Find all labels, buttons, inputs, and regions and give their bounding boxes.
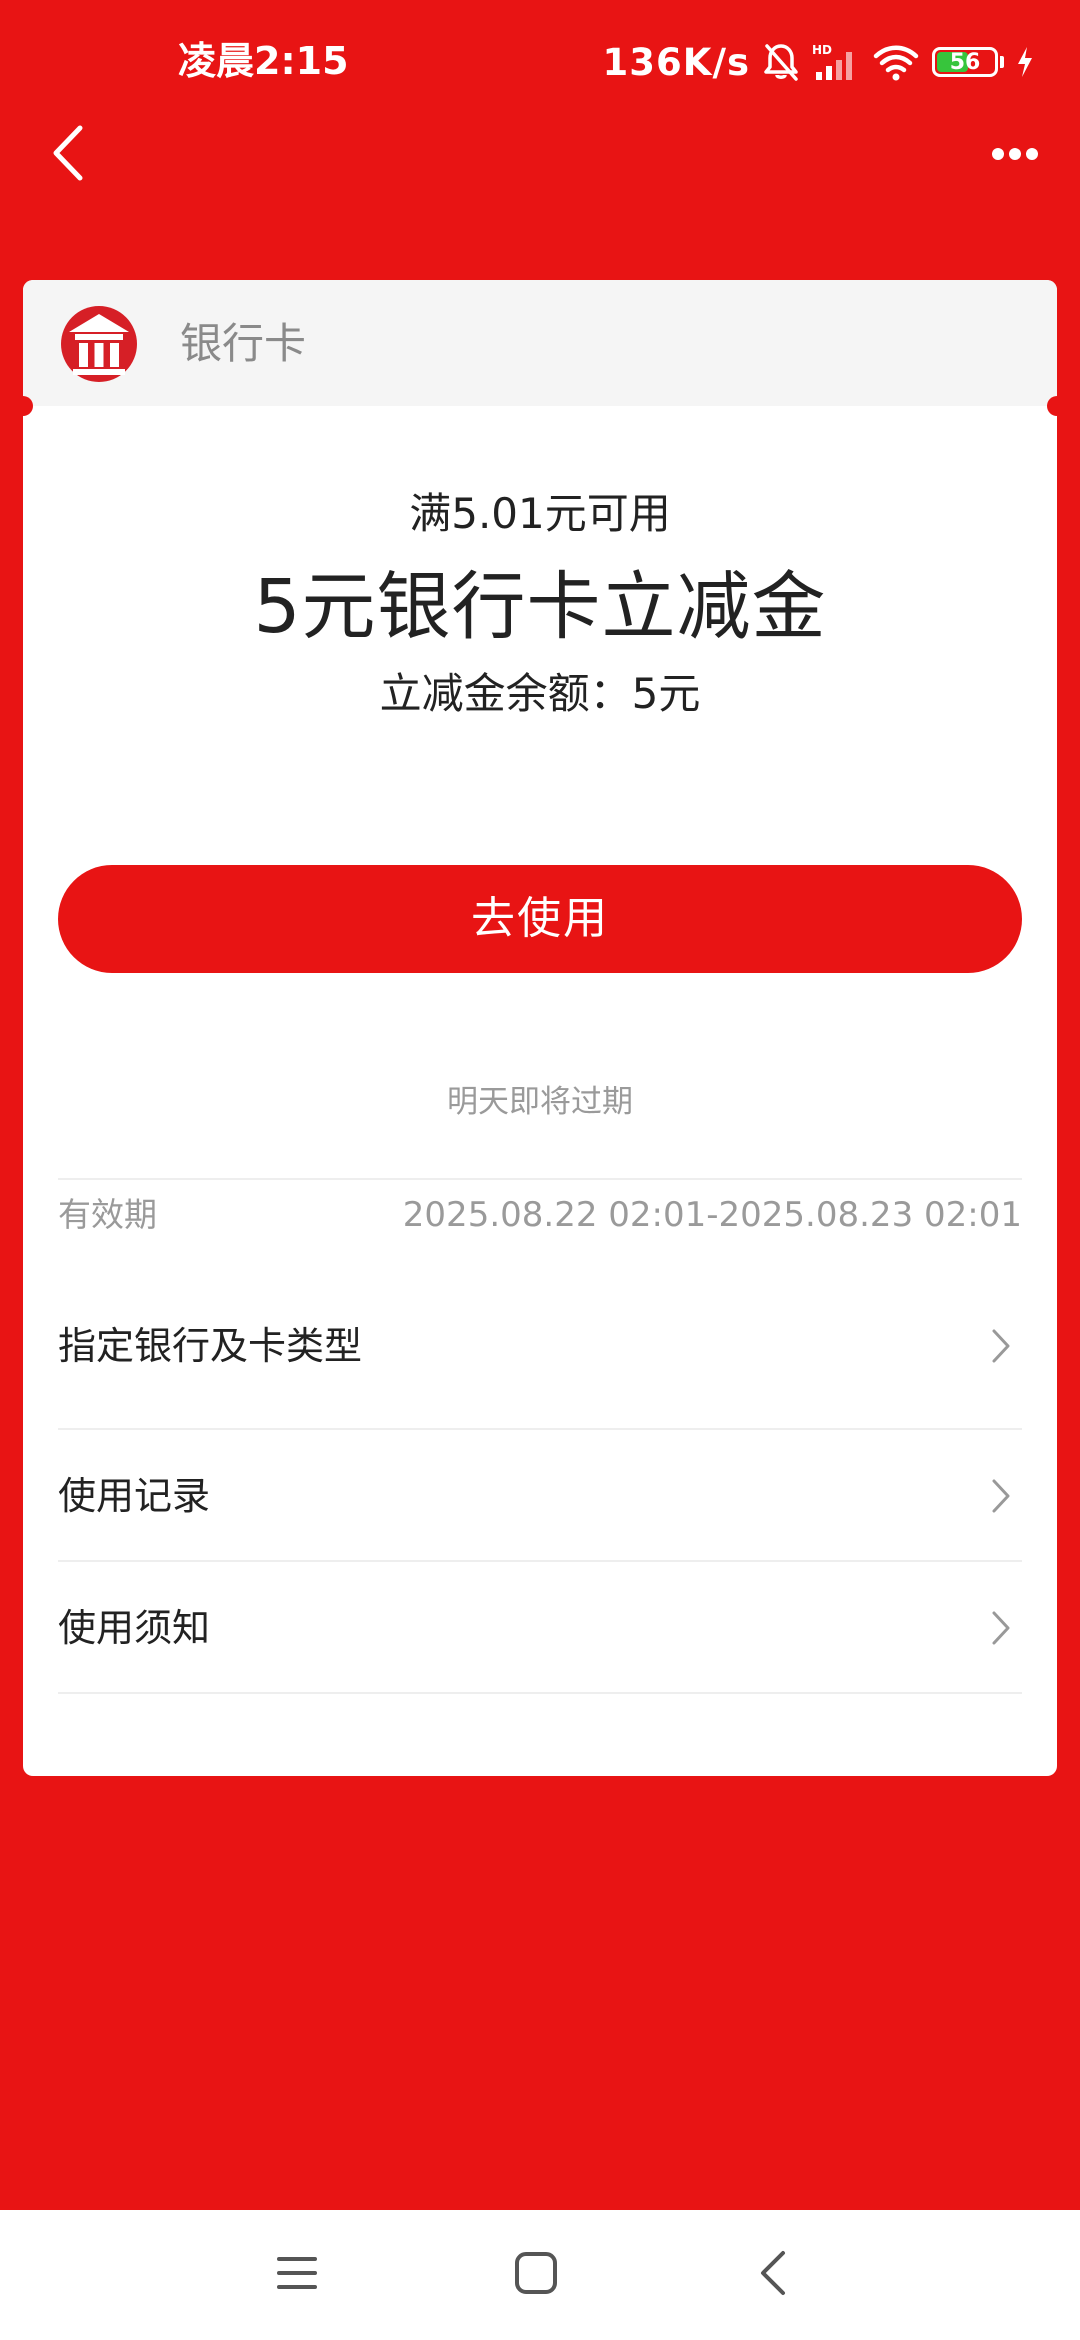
battery-icon: 56 <box>932 47 998 77</box>
network-speed: 136K/s <box>602 40 750 84</box>
divider <box>58 1692 1022 1694</box>
row-usage-records[interactable]: 使用记录 <box>58 1430 1022 1562</box>
validity-row: 有效期 2025.08.22 02:01-2025.08.23 02:01 <box>58 1180 1022 1250</box>
home-button[interactable] <box>501 2245 571 2305</box>
status-bar: 凌晨2:15 136K/s HD 56 <box>0 0 1080 125</box>
coupon-balance: 立减金余额：5元 <box>379 669 701 718</box>
row-designated-banks[interactable]: 指定银行及卡类型 <box>58 1280 1022 1412</box>
charging-bolt-icon <box>1016 46 1034 78</box>
menu-button[interactable] <box>262 2245 332 2305</box>
svg-text:HD: HD <box>812 43 832 57</box>
row-label: 使用须知 <box>58 1606 211 1650</box>
row-label: 使用记录 <box>58 1474 211 1518</box>
usage-threshold: 满5.01元可用 <box>409 489 671 538</box>
card-header: 银行卡 <box>23 280 1057 406</box>
chevron-left-icon <box>51 124 85 186</box>
more-button[interactable] <box>980 120 1050 190</box>
validity-label: 有效期 <box>58 1195 157 1234</box>
home-square-icon <box>514 2251 558 2299</box>
bell-muted-icon <box>762 42 800 82</box>
card-notch-right <box>1047 396 1057 416</box>
validity-value: 2025.08.22 02:01-2025.08.23 02:01 <box>402 1195 1022 1235</box>
row-usage-notes[interactable]: 使用须知 <box>58 1562 1022 1694</box>
coupon-title: 5元银行卡立减金 <box>253 564 827 650</box>
system-nav-bar <box>0 2210 1080 2340</box>
menu-icon <box>275 2253 319 2297</box>
back-triangle-icon <box>759 2250 787 2300</box>
row-label: 指定银行及卡类型 <box>58 1324 363 1368</box>
expire-note: 明天即将过期 <box>447 1084 633 1120</box>
coupon-card: 银行卡 满5.01元可用 5元银行卡立减金 立减金余额：5元 去使用 明天即将过… <box>23 280 1057 1776</box>
status-time: 凌晨2:15 <box>178 39 349 83</box>
battery-level: 56 <box>949 50 981 75</box>
chevron-right-icon <box>990 1610 1012 1646</box>
back-button[interactable] <box>38 120 98 190</box>
chevron-right-icon <box>990 1328 1012 1364</box>
chevron-right-icon <box>990 1478 1012 1514</box>
use-button[interactable]: 去使用 <box>58 865 1022 973</box>
system-back-button[interactable] <box>738 2245 808 2305</box>
nav-bar <box>0 120 1080 190</box>
signal-hd-icon: HD <box>812 42 860 82</box>
more-horizontal-icon <box>991 146 1039 165</box>
bank-icon <box>59 302 139 384</box>
status-icons: 136K/s HD 56 <box>603 34 1034 90</box>
battery-cap <box>1000 56 1004 68</box>
bank-name: 银行卡 <box>180 319 307 368</box>
wifi-icon <box>872 42 920 82</box>
